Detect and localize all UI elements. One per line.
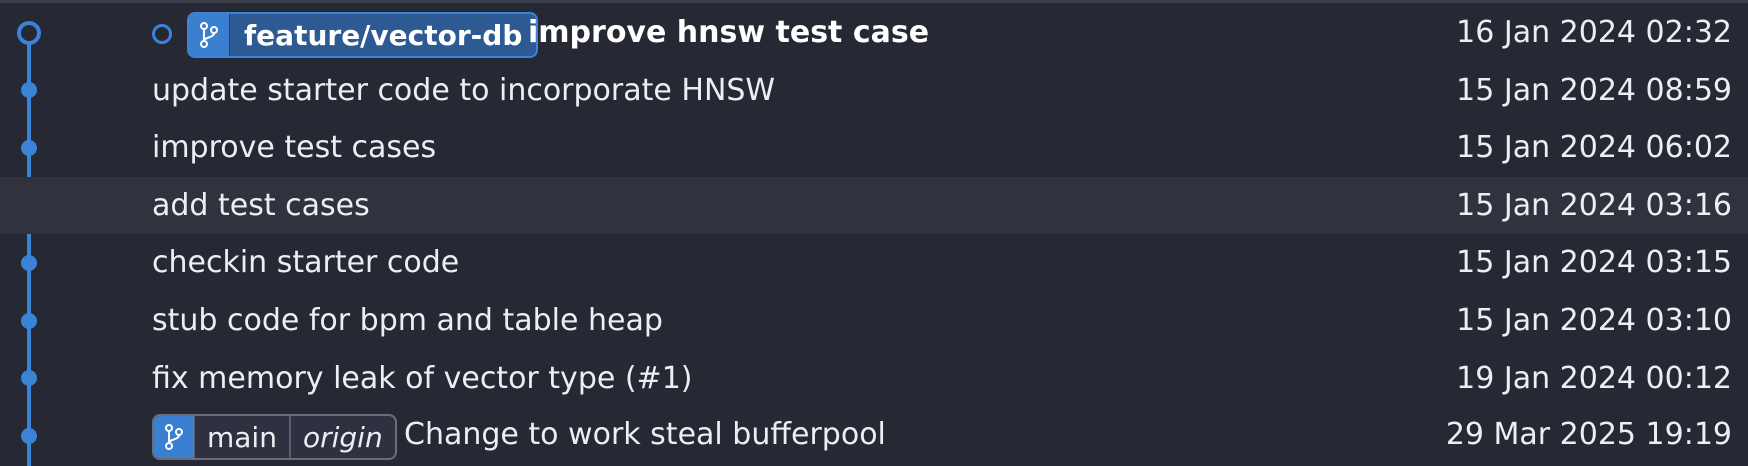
commit-row[interactable]: stub code for bpm and table heap 15 Jan … [0,292,1748,349]
commit-date: 19 Jan 2024 00:12 [1456,361,1732,396]
commit-message: stub code for bpm and table heap [152,303,663,338]
branch-badge-feature[interactable]: feature/vector-db [187,12,539,58]
commit-date: 29 Mar 2025 19:19 [1445,417,1732,452]
git-branch-icon [189,14,230,56]
commit-message: update starter code to incorporate HNSW [152,73,776,108]
commit-message: fix memory leak of vector type (#1) [152,361,693,396]
commit-message: improve hnsw test case [528,15,930,50]
branch-label: main [195,416,291,458]
commit-date: 15 Jan 2024 06:02 [1456,130,1732,165]
commit-message: add test cases [152,188,370,223]
git-branch-icon [154,416,195,458]
commit-date: 15 Jan 2024 03:16 [1456,188,1732,223]
commit-date: 16 Jan 2024 02:32 [1456,15,1732,50]
commit-row-selected[interactable]: add test cases 15 Jan 2024 03:16 [0,177,1748,234]
top-border [0,0,1748,3]
commit-message: checkin starter code [152,245,460,280]
commit-row-head[interactable]: feature/vector-db improve hnsw test case… [0,4,1748,61]
commit-row[interactable]: checkin starter code 15 Jan 2024 03:15 [0,234,1748,291]
commit-message: improve test cases [152,130,437,165]
commit-message: Change to work steal bufferpool [404,417,886,452]
commit-date: 15 Jan 2024 03:10 [1456,303,1732,338]
branch-badge-main[interactable]: main origin [152,414,397,460]
commit-row[interactable]: improve test cases 15 Jan 2024 06:02 [0,119,1748,176]
commit-date: 15 Jan 2024 08:59 [1456,73,1732,108]
commit-row[interactable]: fix memory leak of vector type (#1) 19 J… [0,350,1748,407]
commit-row-main[interactable]: main origin Change to work steal bufferp… [0,406,1748,463]
commit-row[interactable]: update starter code to incorporate HNSW … [0,62,1748,119]
remote-label: origin [302,420,383,454]
commit-date: 15 Jan 2024 03:15 [1456,245,1732,280]
head-indicator-icon [152,24,172,44]
branch-label: feature/vector-db [244,18,523,52]
